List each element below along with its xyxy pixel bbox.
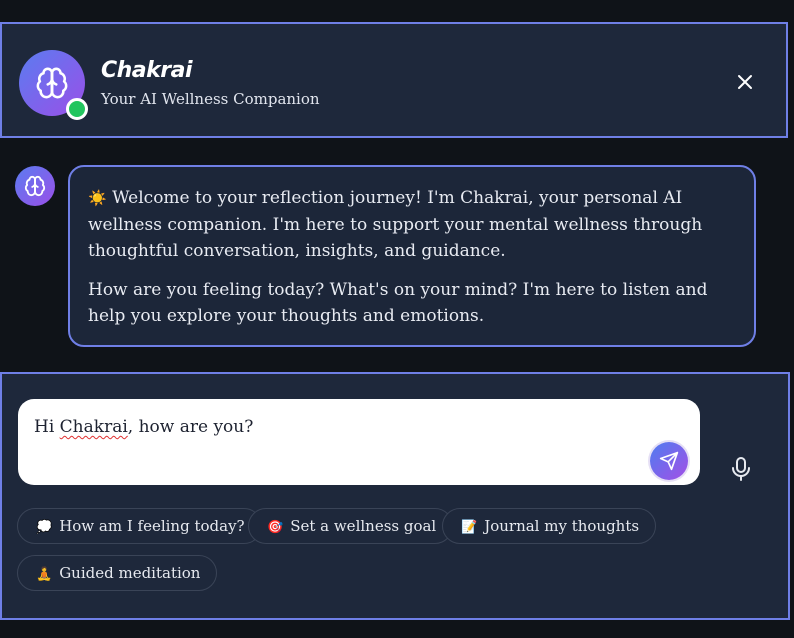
input-text-start: Hi [34,417,60,437]
message-text: Welcome to your reflection journey! I'm … [88,188,703,261]
send-icon [659,451,679,471]
message-paragraph: How are you feeling today? What's on you… [88,279,708,327]
close-button[interactable] [732,69,758,95]
assistant-message-bubble: ☀️ Welcome to your reflection journey! I… [68,165,756,347]
quick-action-feeling[interactable]: 💭 How am I feeling today? [17,508,262,544]
chip-label: Journal my thoughts [484,517,640,535]
brain-icon [36,67,68,99]
microphone-button[interactable] [728,454,754,484]
quick-action-goal[interactable]: 🎯 Set a wellness goal [248,508,454,544]
memo-icon: 📝 [461,520,478,535]
close-icon [738,75,752,89]
online-status-indicator [66,98,88,120]
microphone-icon [732,457,750,481]
input-text-misspelled: Chakrai [59,417,128,437]
quick-action-journal[interactable]: 📝 Journal my thoughts [442,508,657,544]
brain-icon [24,175,46,197]
chip-label: How am I feeling today? [59,517,245,535]
send-button[interactable] [650,442,688,480]
quick-action-meditation[interactable]: 🧘 Guided meditation [17,555,218,591]
input-text-end: , how are you? [127,417,254,437]
message-paragraph: ☀️ Welcome to your reflection journey! I… [88,185,736,265]
thought-bubble-icon: 💭 [36,520,53,535]
sun-emoji: ☀️ [88,189,107,207]
meditation-icon: 🧘 [36,567,53,582]
message-input[interactable]: Hi Chakrai, how are you? [18,399,700,485]
chip-label: Guided meditation [59,564,201,582]
chat-header: Chakrai Your AI Wellness Companion [0,22,788,138]
app-name: Chakrai [101,58,193,83]
bot-avatar [15,166,55,206]
chip-label: Set a wellness goal [290,517,437,535]
app-subtitle: Your AI Wellness Companion [101,90,320,108]
target-icon: 🎯 [267,520,284,535]
